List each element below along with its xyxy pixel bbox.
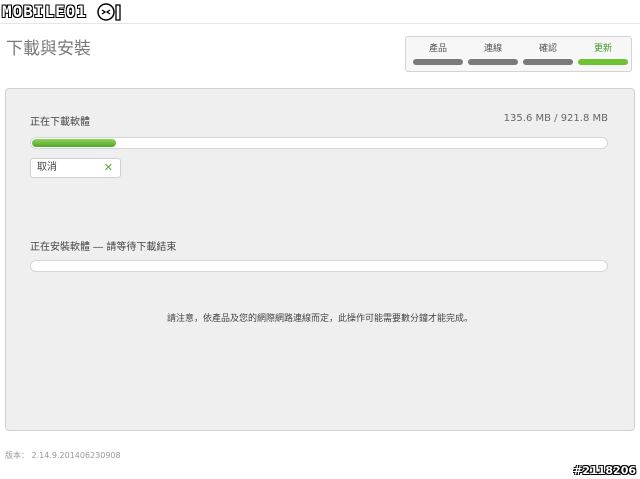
download-size-text: 135.6 MB / 921.8 MB [503,113,608,124]
step-label: 更新 [593,44,612,54]
download-panel: 正在下載軟體 135.6 MB / 921.8 MB 取消 ✕ 正在安裝軟體 ―… [5,88,635,431]
cancel-button-label: 取消 [37,162,57,173]
cancel-button[interactable]: 取消 ✕ [30,158,121,178]
watermark-text: #2118206 [573,464,636,477]
download-status-label: 正在下載軟體 [30,117,90,128]
download-progress-bar [30,137,608,149]
step-indicator [468,59,518,65]
download-progress-fill [32,139,116,147]
step-connect: 連線 [468,43,518,67]
notice-text: 請注意，依產品及您的網際網路連線而定，此操作可能需要數分鐘才能完成。 [166,314,473,324]
step-label: 確認 [538,44,557,54]
install-progress-bar [30,260,608,272]
step-indicator [578,59,628,65]
wizard-steps: 產品 連線 確認 更新 [405,36,632,72]
step-indicator [523,59,573,65]
step-label: 連線 [483,44,502,54]
step-label: 產品 [428,44,447,54]
step-update: 更新 [578,43,628,67]
step-confirm: 確認 [523,43,573,67]
page-title: 下載與安裝 [6,39,91,59]
version-text: 版本： 2.14.9.201406230908 [5,451,121,460]
step-product: 產品 [413,43,463,67]
close-icon: ✕ [103,161,113,174]
install-status-label: 正在安裝軟體 ― 請等待下載結束 [30,242,177,253]
logo-badge-icon [97,3,121,21]
step-indicator [413,59,463,65]
site-logo: MOBILE01 [2,2,88,21]
site-logo-bar: MOBILE01 [0,0,640,24]
